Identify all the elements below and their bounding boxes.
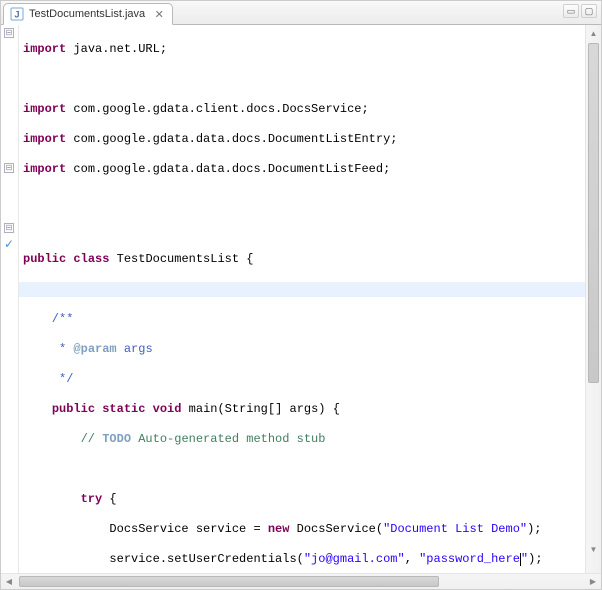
editor-body: ⊟ ⊟ ⊟ ✓ import java.net.URL; import com.… (1, 25, 601, 573)
scroll-thumb[interactable] (19, 576, 439, 587)
gutter[interactable]: ⊟ ⊟ ⊟ ✓ (1, 25, 19, 573)
scroll-up-arrow-icon[interactable]: ▲ (586, 25, 601, 41)
scroll-right-arrow-icon[interactable]: ▶ (585, 574, 601, 589)
scroll-down-arrow-icon[interactable]: ▼ (586, 541, 601, 557)
minimize-pane-button[interactable]: ▭ (563, 4, 579, 18)
close-icon[interactable]: ✕ (154, 9, 164, 19)
fold-toggle-icon[interactable]: ⊟ (4, 223, 14, 233)
tab-label: TestDocumentsList.java (29, 8, 145, 20)
code-viewport[interactable]: import java.net.URL; import com.google.g… (19, 25, 585, 573)
scroll-thumb[interactable] (588, 43, 599, 383)
vertical-scrollbar[interactable]: ▲ ▼ (585, 25, 601, 573)
horizontal-scrollbar[interactable]: ◀ ▶ (1, 573, 601, 589)
svg-text:J: J (14, 10, 19, 20)
tab-bar: J TestDocumentsList.java ✕ ▭ ▢ (1, 1, 601, 25)
maximize-pane-button[interactable]: ▢ (581, 4, 597, 18)
fold-toggle-icon[interactable]: ⊟ (4, 163, 14, 173)
java-file-icon: J (10, 7, 24, 21)
editor-tab[interactable]: J TestDocumentsList.java ✕ (3, 3, 173, 25)
editor-window: J TestDocumentsList.java ✕ ▭ ▢ ⊟ ⊟ ⊟ ✓ i… (1, 1, 601, 589)
fold-toggle-icon[interactable]: ⊟ (4, 28, 14, 38)
source-code[interactable]: import java.net.URL; import com.google.g… (19, 25, 585, 573)
window-controls: ▭ ▢ (563, 4, 597, 18)
task-marker-icon[interactable]: ✓ (2, 239, 16, 249)
scroll-left-arrow-icon[interactable]: ◀ (1, 574, 17, 589)
